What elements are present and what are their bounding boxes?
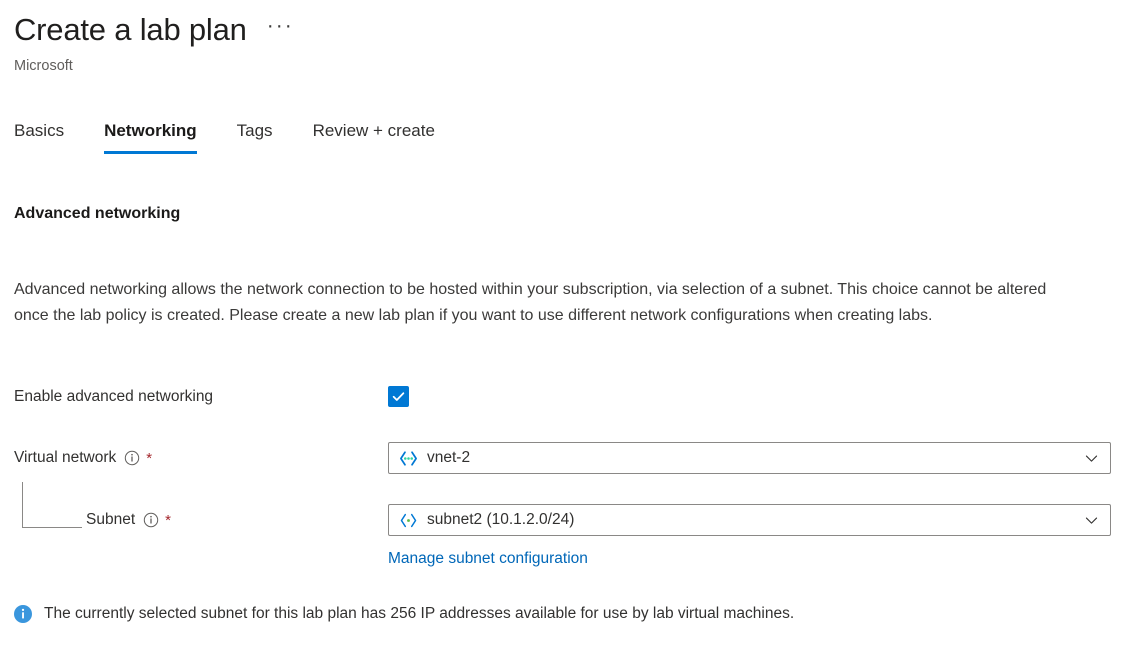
checkmark-icon [391, 389, 406, 404]
info-circle-icon[interactable] [124, 450, 140, 466]
virtual-network-dropdown[interactable]: vnet-2 [388, 442, 1111, 474]
subnet-info-message: The currently selected subnet for this l… [14, 603, 1114, 628]
manage-subnet-configuration-link[interactable]: Manage subnet configuration [388, 548, 588, 570]
virtual-network-icon [399, 449, 418, 468]
chevron-down-icon[interactable] [1080, 447, 1102, 469]
tab-basics[interactable]: Basics [14, 120, 64, 154]
virtual-network-row: Virtual network * vnet-2 [14, 442, 1111, 474]
subnet-label: Subnet * [86, 510, 388, 530]
subnet-row: Subnet * subnet2 (10.1.2.0/24) [14, 482, 1111, 536]
page-title: Create a lab plan [14, 12, 247, 47]
more-options-icon[interactable]: ··· [263, 12, 298, 48]
page-subtitle: Microsoft [14, 58, 73, 74]
enable-advanced-networking-label: Enable advanced networking [14, 387, 214, 405]
info-circle-icon[interactable] [143, 512, 159, 528]
enable-advanced-networking-row: Enable advanced networking [14, 386, 409, 407]
subnet-dropdown[interactable]: subnet2 (10.1.2.0/24) [388, 504, 1111, 536]
subnet-label-text: Subnet [86, 511, 136, 528]
section-description: Advanced networking allows the network c… [14, 281, 1047, 324]
enable-advanced-networking-checkbox[interactable] [388, 386, 409, 407]
required-marker: * [165, 512, 171, 529]
subnet-label-wrap: Subnet * [14, 482, 388, 530]
page-header: Create a lab plan ··· Microsoft [14, 10, 298, 75]
virtual-network-label-wrap: Virtual network * [14, 448, 388, 468]
section-heading: Advanced networking [14, 205, 181, 222]
virtual-network-label: Virtual network * [14, 448, 388, 468]
tab-tags[interactable]: Tags [237, 120, 273, 154]
title-row: Create a lab plan ··· [14, 10, 298, 50]
tab-networking[interactable]: Networking [104, 120, 197, 154]
tab-review-create[interactable]: Review + create [313, 120, 435, 154]
required-marker: * [146, 450, 153, 467]
tree-connector-line [22, 482, 82, 528]
info-filled-icon [14, 605, 32, 628]
subnet-value: subnet2 (10.1.2.0/24) [427, 511, 575, 528]
subnet-info-message-text: The currently selected subnet for this l… [44, 605, 795, 622]
virtual-network-value: vnet-2 [427, 449, 471, 466]
subnet-icon [399, 511, 418, 530]
chevron-down-icon[interactable] [1080, 509, 1102, 531]
wizard-tabs: Basics Networking Tags Review + create [14, 120, 435, 154]
virtual-network-label-text: Virtual network [14, 449, 117, 466]
